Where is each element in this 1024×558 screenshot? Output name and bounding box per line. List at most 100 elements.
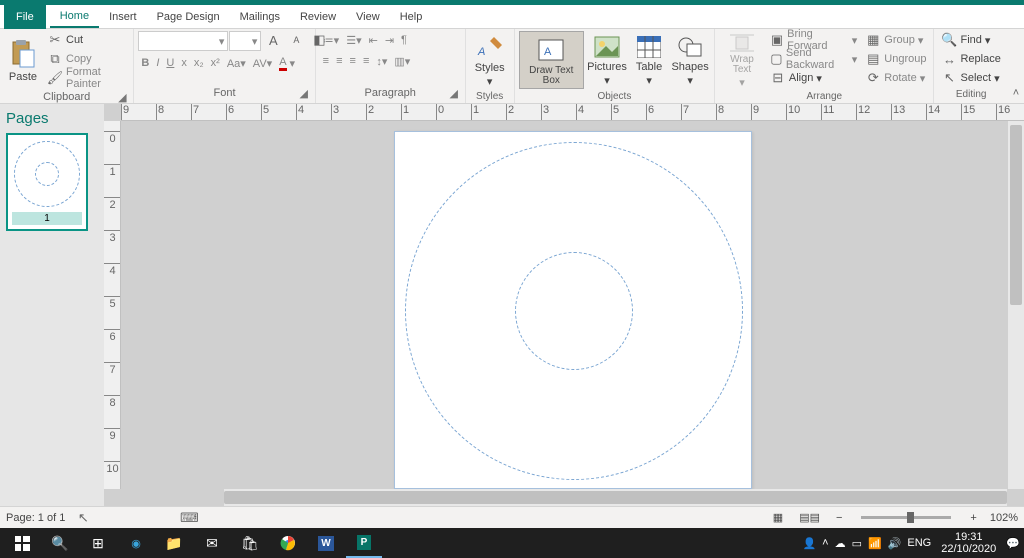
editing-group-label: Editing — [938, 87, 1003, 102]
page-surface[interactable] — [394, 131, 752, 489]
vertical-scrollbar[interactable] — [1008, 121, 1024, 489]
cut-button[interactable]: ✂Cut — [44, 31, 129, 49]
mail-button[interactable]: ✉ — [194, 528, 230, 558]
tray-battery-icon[interactable]: ▭ — [852, 537, 862, 550]
dec-indent-button[interactable]: ⇤ — [366, 31, 381, 49]
hscroll-thumb[interactable] — [224, 491, 1007, 504]
tab-page-design[interactable]: Page Design — [147, 7, 230, 27]
tray-chevron-icon[interactable]: ˄ — [822, 537, 828, 549]
replace-button[interactable]: ↔Replace — [938, 50, 1003, 68]
tab-mailings[interactable]: Mailings — [230, 7, 290, 27]
tab-insert[interactable]: Insert — [99, 7, 147, 27]
start-button[interactable] — [4, 528, 40, 558]
align-center-button[interactable]: ≡ — [333, 52, 345, 70]
caret-pos-icon: ⌨ — [181, 510, 197, 526]
char-spacing-button[interactable]: AV▾ — [250, 54, 275, 72]
tray-notifications-icon[interactable]: 💬 — [1006, 537, 1020, 550]
collapse-ribbon-button[interactable]: ˄ — [1008, 29, 1024, 103]
draw-text-box-label: Draw Text Box — [524, 66, 579, 86]
group-styles: A Styles▾ Styles — [466, 29, 515, 103]
shrink-font-button[interactable]: A — [285, 31, 307, 49]
numbering-button[interactable]: ☰▾ — [343, 31, 364, 49]
align-left-button[interactable]: ≡ — [320, 52, 332, 70]
styles-group-label: Styles — [470, 89, 510, 104]
font-launcher[interactable]: ◢ — [299, 87, 309, 97]
inc-indent-button[interactable]: ⇥ — [382, 31, 397, 49]
search-button[interactable]: 🔍 — [42, 528, 78, 558]
canvas-area[interactable] — [121, 121, 1024, 489]
word-button[interactable]: W — [308, 528, 344, 558]
vscroll-thumb[interactable] — [1010, 125, 1022, 305]
ungroup-button[interactable]: ▤Ungroup — [862, 50, 929, 68]
rotate-button[interactable]: ⟳Rotate ▾ — [862, 69, 929, 87]
pictures-button[interactable]: Pictures▾ — [586, 31, 628, 89]
tab-home[interactable]: Home — [50, 6, 99, 28]
paste-button[interactable]: Paste — [4, 31, 42, 89]
tray-onedrive-icon[interactable]: ☁ — [835, 537, 846, 550]
chrome-button[interactable] — [270, 528, 306, 558]
zoom-handle[interactable] — [907, 512, 914, 523]
wrap-text-button[interactable]: Wrap Text▾ — [719, 31, 765, 89]
tab-view[interactable]: View — [346, 7, 390, 27]
zoom-out-button[interactable]: − — [833, 509, 845, 527]
horizontal-scrollbar[interactable] — [224, 489, 1007, 506]
italic-button[interactable]: I — [153, 54, 162, 72]
thumb-page-number: 1 — [12, 212, 82, 225]
align-button[interactable]: ⊟Align ▾ — [767, 69, 860, 87]
two-page-view-button[interactable]: ▤▤ — [796, 509, 823, 527]
select-button[interactable]: ↖Select ▾ — [938, 69, 1003, 87]
publisher-button[interactable]: P — [346, 528, 382, 558]
tray-wifi-icon[interactable]: 📶 — [868, 537, 882, 550]
explorer-button[interactable]: 📁 — [156, 528, 192, 558]
tab-review[interactable]: Review — [290, 7, 346, 27]
tab-file[interactable]: File — [4, 5, 46, 29]
sup-button[interactable]: x² — [208, 54, 223, 72]
font-color-button[interactable]: A▾ — [276, 54, 298, 72]
columns-button[interactable]: ▥▾ — [391, 52, 413, 70]
align-right-button[interactable]: ≡ — [347, 52, 359, 70]
table-button[interactable]: Table▾ — [630, 31, 668, 89]
tray-clock[interactable]: 19:31 22/10/2020 — [937, 531, 1000, 555]
clipboard-launcher[interactable]: ◢ — [117, 91, 127, 101]
font-size-select[interactable]: ▾ — [229, 31, 261, 51]
bullets-button[interactable]: ≔▾ — [320, 31, 343, 49]
tray-people-icon[interactable]: 👤 — [802, 537, 816, 550]
tray-sound-icon[interactable]: 🔊 — [888, 537, 902, 550]
canvas-pane: 987654321012345678910111213141516 012345… — [104, 104, 1024, 506]
single-page-view-button[interactable]: ▦ — [770, 509, 786, 527]
case-button[interactable]: Aa▾ — [224, 54, 249, 72]
group-paragraph: ≔▾ ☰▾ ⇤ ⇥ ¶ ≡ ≡ ≡ ≡ ↕▾ ▥▾ Paragraph◢ — [316, 29, 466, 103]
tab-help[interactable]: Help — [390, 7, 433, 27]
zoom-slider[interactable] — [861, 516, 951, 519]
subscript-button[interactable]: x₂ — [191, 54, 207, 72]
grow-font-button[interactable]: A — [262, 31, 284, 49]
store-button[interactable]: 🛍 — [232, 528, 268, 558]
pointer-icon: ↖ — [75, 510, 91, 526]
font-family-select[interactable]: ▾ — [138, 31, 228, 51]
line-spacing-button[interactable]: ↕▾ — [373, 52, 390, 70]
edge-button[interactable]: ◉ — [118, 528, 154, 558]
vertical-ruler[interactable]: 01234567891011 — [104, 121, 121, 489]
strike-button[interactable]: x — [178, 54, 190, 72]
send-backward-button[interactable]: ▢Send Backward ▾ — [767, 50, 860, 68]
group-button[interactable]: ▦Group ▾ — [862, 31, 929, 49]
bold-button[interactable]: B — [138, 54, 152, 72]
pilcrow-button[interactable]: ¶ — [398, 31, 410, 49]
underline-button[interactable]: U — [163, 54, 177, 72]
styles-button[interactable]: A Styles▾ — [470, 31, 510, 89]
draw-text-box-button[interactable]: A Draw Text Box — [519, 31, 584, 89]
font-group-label: Font — [214, 87, 236, 99]
format-painter-button[interactable]: 🖌Format Painter — [44, 69, 129, 87]
shapes-button[interactable]: Shapes▾ — [670, 31, 710, 89]
zoom-level[interactable]: 102% — [990, 512, 1018, 524]
find-button[interactable]: 🔍Find ▾ — [938, 31, 1003, 49]
justify-button[interactable]: ≡ — [360, 52, 372, 70]
task-view-button[interactable]: ⊞ — [80, 528, 116, 558]
group-icon: ▦ — [865, 32, 881, 48]
tray-lang[interactable]: ENG — [907, 537, 931, 549]
ribbon-tabs: File Home Insert Page Design Mailings Re… — [0, 5, 1024, 29]
page-thumbnail-1[interactable]: 1 — [6, 133, 88, 231]
horizontal-ruler[interactable]: 987654321012345678910111213141516 — [121, 104, 1024, 121]
paragraph-launcher[interactable]: ◢ — [449, 87, 459, 97]
zoom-in-button[interactable]: + — [967, 509, 979, 527]
